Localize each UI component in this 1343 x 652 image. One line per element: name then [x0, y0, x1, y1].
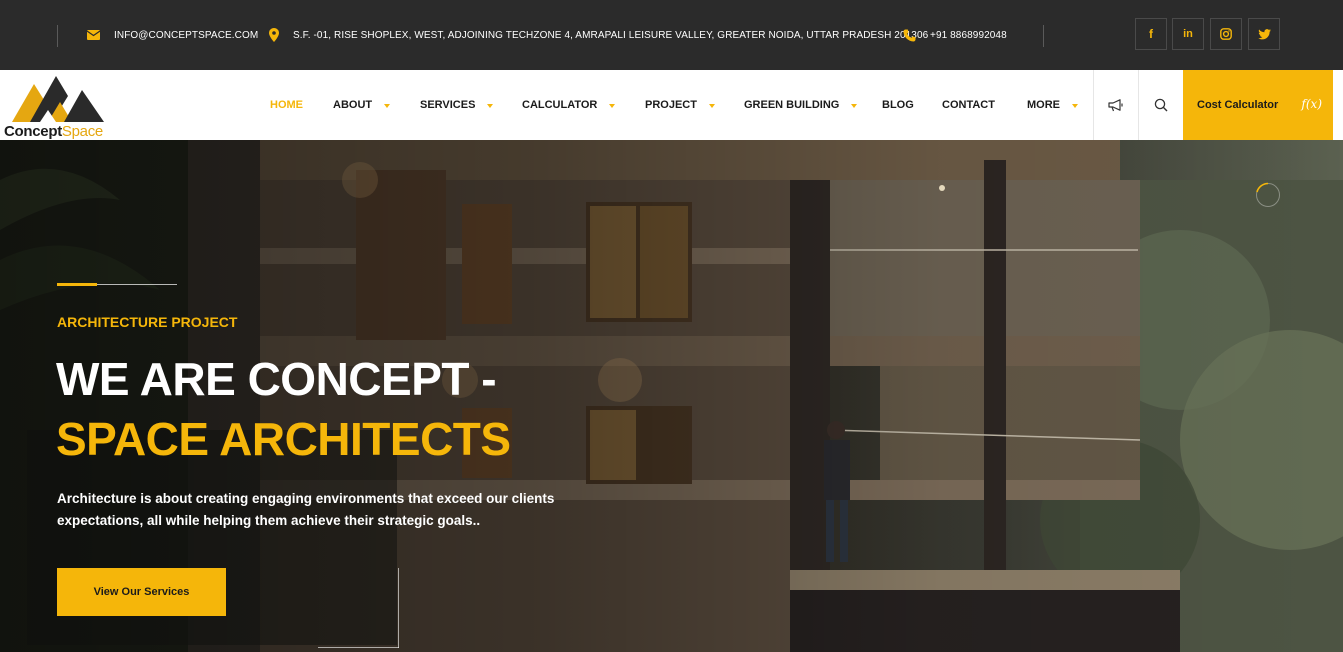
nav-calculator[interactable]: CALCULATOR [522, 70, 616, 140]
decorative-frame [318, 647, 399, 648]
address-contact: S.F. -01, RISE SHOPLEX, WEST, ADJOINING … [269, 0, 928, 70]
megaphone-icon[interactable] [1094, 70, 1138, 140]
chevron-down-icon [1072, 103, 1078, 108]
phone-icon [903, 29, 916, 41]
megaphone-glyph [1108, 98, 1123, 111]
slider-loading-icon [1256, 182, 1280, 207]
divider [57, 25, 58, 47]
function-icon: f(x) [1301, 97, 1322, 111]
hero-kicker: ARCHITECTURE PROJECT [57, 314, 238, 330]
email-text: INFO@CONCEPTSPACE.COM [114, 29, 259, 41]
chevron-down-icon [487, 103, 494, 108]
top-contact-bar: INFO@CONCEPTSPACE.COM S.F. -01, RISE SHO… [0, 0, 1343, 70]
decorative-frame [398, 568, 399, 648]
instagram-icon[interactable] [1210, 18, 1242, 50]
nav-more[interactable]: MORE [1027, 70, 1078, 140]
envelope-icon [87, 30, 100, 40]
nav-home[interactable]: HOME [270, 70, 303, 140]
address-text: S.F. -01, RISE SHOPLEX, WEST, ADJOINING … [293, 29, 929, 41]
nav-project[interactable]: PROJECT [645, 70, 715, 140]
hero-slider: ARCHITECTURE PROJECT WE ARE CONCEPT - SP… [0, 140, 1343, 652]
chevron-down-icon [384, 103, 391, 108]
instagram-glyph [1220, 28, 1232, 40]
hero-description: Architecture is about creating engaging … [57, 491, 555, 528]
chevron-down-icon [609, 103, 616, 108]
search-icon[interactable] [1139, 70, 1183, 140]
logo-mark-icon [12, 76, 104, 122]
nav-green-building[interactable]: GREEN BUILDING [744, 70, 858, 140]
twitter-icon[interactable] [1248, 18, 1280, 50]
view-services-button[interactable]: View Our Services [57, 568, 226, 616]
facebook-icon[interactable]: f [1135, 18, 1167, 50]
cost-calculator-button[interactable]: Cost Calculator f(x) [1183, 70, 1333, 140]
linkedin-icon[interactable]: in [1172, 18, 1204, 50]
hero-title-line1: WE ARE CONCEPT - [56, 353, 497, 405]
nav-blog[interactable]: BLOG [882, 70, 914, 140]
chevron-down-icon [708, 103, 715, 108]
phone-text: +91 8868992048 [930, 29, 1007, 41]
map-pin-icon [269, 28, 279, 42]
hero-title-line2: SPACE ARCHITECTS [56, 413, 511, 465]
nav-contact[interactable]: CONTACT [942, 70, 995, 140]
email-contact[interactable]: INFO@CONCEPTSPACE.COM [87, 0, 258, 70]
phone-contact[interactable]: +91 8868992048 [903, 0, 1007, 70]
search-glyph [1154, 98, 1168, 112]
accent-bar [57, 283, 97, 286]
twitter-glyph [1257, 28, 1271, 39]
chevron-down-icon [851, 103, 858, 108]
hero-accent-line [57, 283, 177, 286]
logo-wordmark: ConceptSpace [4, 123, 103, 140]
nav-services[interactable]: SERVICES [420, 70, 494, 140]
divider [1043, 25, 1044, 47]
main-navigation: ConceptSpace HOME ABOUT SERVICES CALCULA… [0, 70, 1343, 140]
nav-about[interactable]: ABOUT [333, 70, 391, 140]
